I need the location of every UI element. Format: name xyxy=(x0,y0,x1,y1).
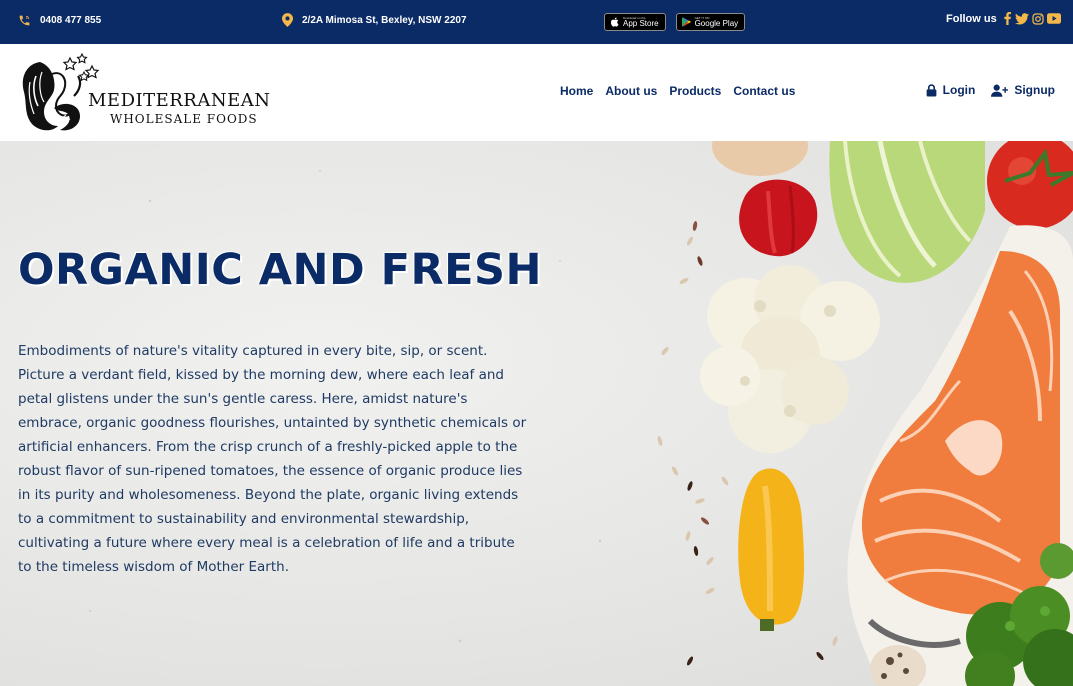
app-store-label: App Store xyxy=(623,18,659,28)
store-address[interactable]: 2/2A Mimosa St, Bexley, NSW 2207 xyxy=(282,13,467,27)
hero-banner: ORGANIC AND FRESH Embodiments of nature'… xyxy=(0,141,1073,686)
main-nav: Home About us Products Contact us xyxy=(560,84,795,98)
social-links xyxy=(1003,12,1061,25)
nav-contact-us[interactable]: Contact us xyxy=(733,84,795,98)
logo-subtitle: WHOLESALE FOODS xyxy=(110,112,258,126)
phone-icon xyxy=(19,15,30,26)
twitter-icon[interactable] xyxy=(1014,12,1029,25)
logo-title: MEDITERRANEAN xyxy=(88,90,271,111)
follow-us: Follow us xyxy=(946,12,1061,25)
yellow-pepper-image xyxy=(738,468,805,631)
top-info-bar: 0408 477 855 2/2A Mimosa St, Bexley, NSW… xyxy=(0,0,1073,44)
signup-link[interactable]: Signup xyxy=(991,83,1055,97)
nav-products[interactable]: Products xyxy=(669,84,721,98)
google-play-icon xyxy=(681,17,691,27)
nav-home[interactable]: Home xyxy=(560,84,593,98)
egg-image xyxy=(712,141,808,176)
lock-icon xyxy=(926,83,937,96)
red-pepper-image xyxy=(739,179,818,257)
youtube-icon[interactable] xyxy=(1046,13,1061,24)
nav-about-us[interactable]: About us xyxy=(605,84,657,98)
location-pin-icon xyxy=(282,13,293,27)
site-logo[interactable]: MEDITERRANEAN WHOLESALE FOODS xyxy=(18,52,271,134)
google-play-label: Google Play xyxy=(694,18,739,28)
phone-number: 0408 477 855 xyxy=(40,15,102,26)
login-label: Login xyxy=(942,83,976,97)
app-store-links: Download on the App Store GET IT ON Goog… xyxy=(604,13,746,31)
hero-title: ORGANIC AND FRESH xyxy=(18,245,542,295)
apple-icon xyxy=(610,17,619,27)
login-link[interactable]: Login xyxy=(926,83,976,97)
tomato-image xyxy=(987,141,1073,229)
facebook-icon[interactable] xyxy=(1003,12,1012,25)
follow-us-label: Follow us xyxy=(946,12,997,25)
address-text: 2/2A Mimosa St, Bexley, NSW 2207 xyxy=(302,14,467,26)
phone-contact[interactable]: 0408 477 855 xyxy=(18,14,101,27)
cauliflower-image xyxy=(700,265,880,453)
add-user-icon xyxy=(991,84,1009,97)
google-play-badge[interactable]: GET IT ON Google Play xyxy=(675,13,746,31)
site-header: MEDITERRANEAN WHOLESALE FOODS Home About… xyxy=(0,44,1073,141)
instagram-icon[interactable] xyxy=(1032,12,1044,25)
auth-links: Login Signup xyxy=(926,83,1055,97)
app-store-badge[interactable]: Download on the App Store xyxy=(604,13,666,31)
signup-label: Signup xyxy=(1014,83,1055,97)
cabbage-image xyxy=(829,141,985,283)
hero-description: Embodiments of nature's vitality capture… xyxy=(18,343,527,575)
